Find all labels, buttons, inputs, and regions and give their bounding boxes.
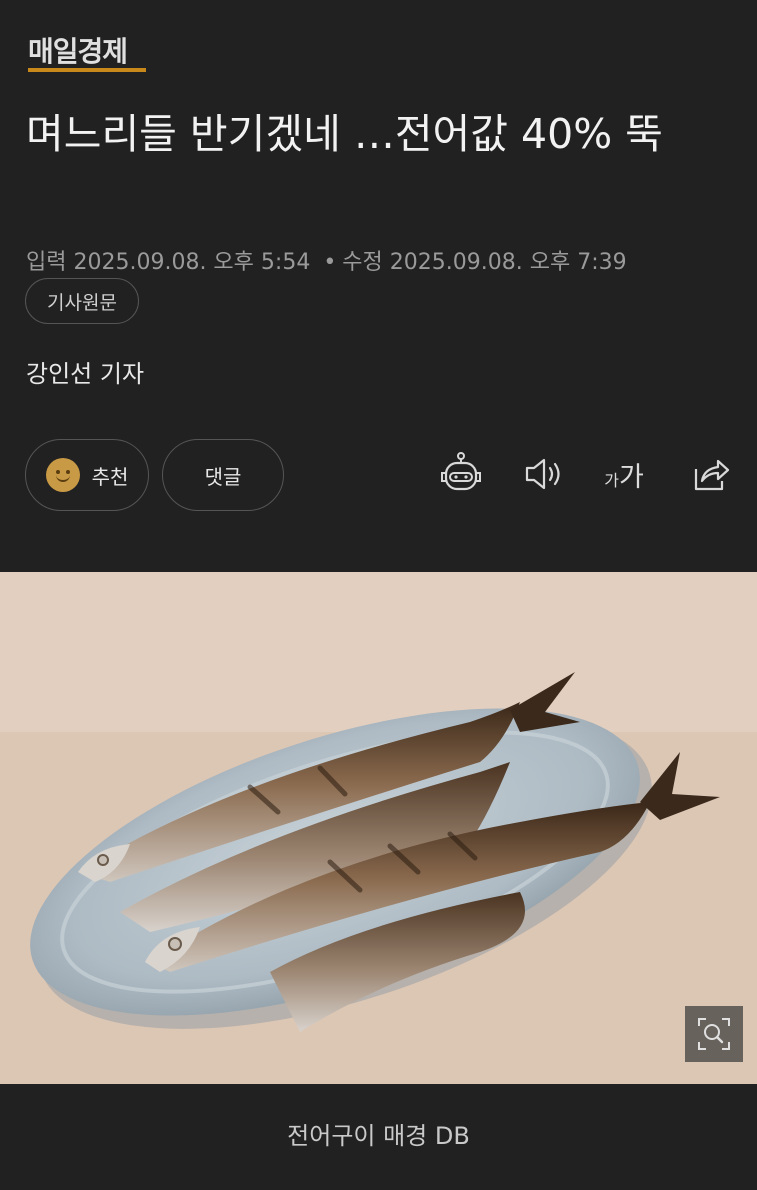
input-time: 2025.09.08. 오후 5:54 [73,250,311,275]
speaker-icon [525,458,560,490]
original-article-button[interactable]: 기사원문 [25,278,139,324]
smiley-icon [45,458,80,492]
edit-label: 수정 [342,250,383,275]
zoom-icon [698,1018,730,1050]
article-meta: 입력 2025.09.08. 오후 5:54 • 수정 2025.09.08. 오… [26,244,627,276]
article-headline: 며느리들 반기겠네 …전어값 40% 뚝 [26,110,663,158]
photo-caption: 전어구이 매경 DB [287,1122,470,1150]
comment-button[interactable]: 댓글 [162,439,284,511]
ai-summary-button[interactable] [437,450,485,498]
font-big-glyph: 가 [618,461,644,493]
brand-underline [28,68,146,72]
edit-time: 2025.09.08. 오후 7:39 [389,250,627,275]
article-photo[interactable] [0,572,757,1084]
meta-separator: • [323,250,337,275]
comment-label: 댓글 [204,464,242,489]
reporter-name[interactable]: 강인선 기자 [26,354,144,389]
share-button[interactable] [685,450,733,498]
input-label: 입력 [26,250,67,275]
recommend-button[interactable]: 추천 [25,439,149,511]
font-size-icon: 가가 [604,455,644,494]
share-icon [694,459,730,491]
recommend-label: 추천 [91,464,129,489]
robot-icon [441,452,481,491]
font-size-button[interactable]: 가가 [600,450,648,498]
article-page: 매일경제 며느리들 반기겠네 …전어값 40% 뚝 입력 2025.09.08.… [0,0,757,1190]
grilled-fish-photo [0,572,757,1084]
text-to-speech-button[interactable] [519,450,567,498]
brand-logo[interactable]: 매일경제 [28,30,128,70]
photo-zoom-button[interactable] [685,1006,743,1062]
font-small-glyph: 가 [604,470,619,490]
